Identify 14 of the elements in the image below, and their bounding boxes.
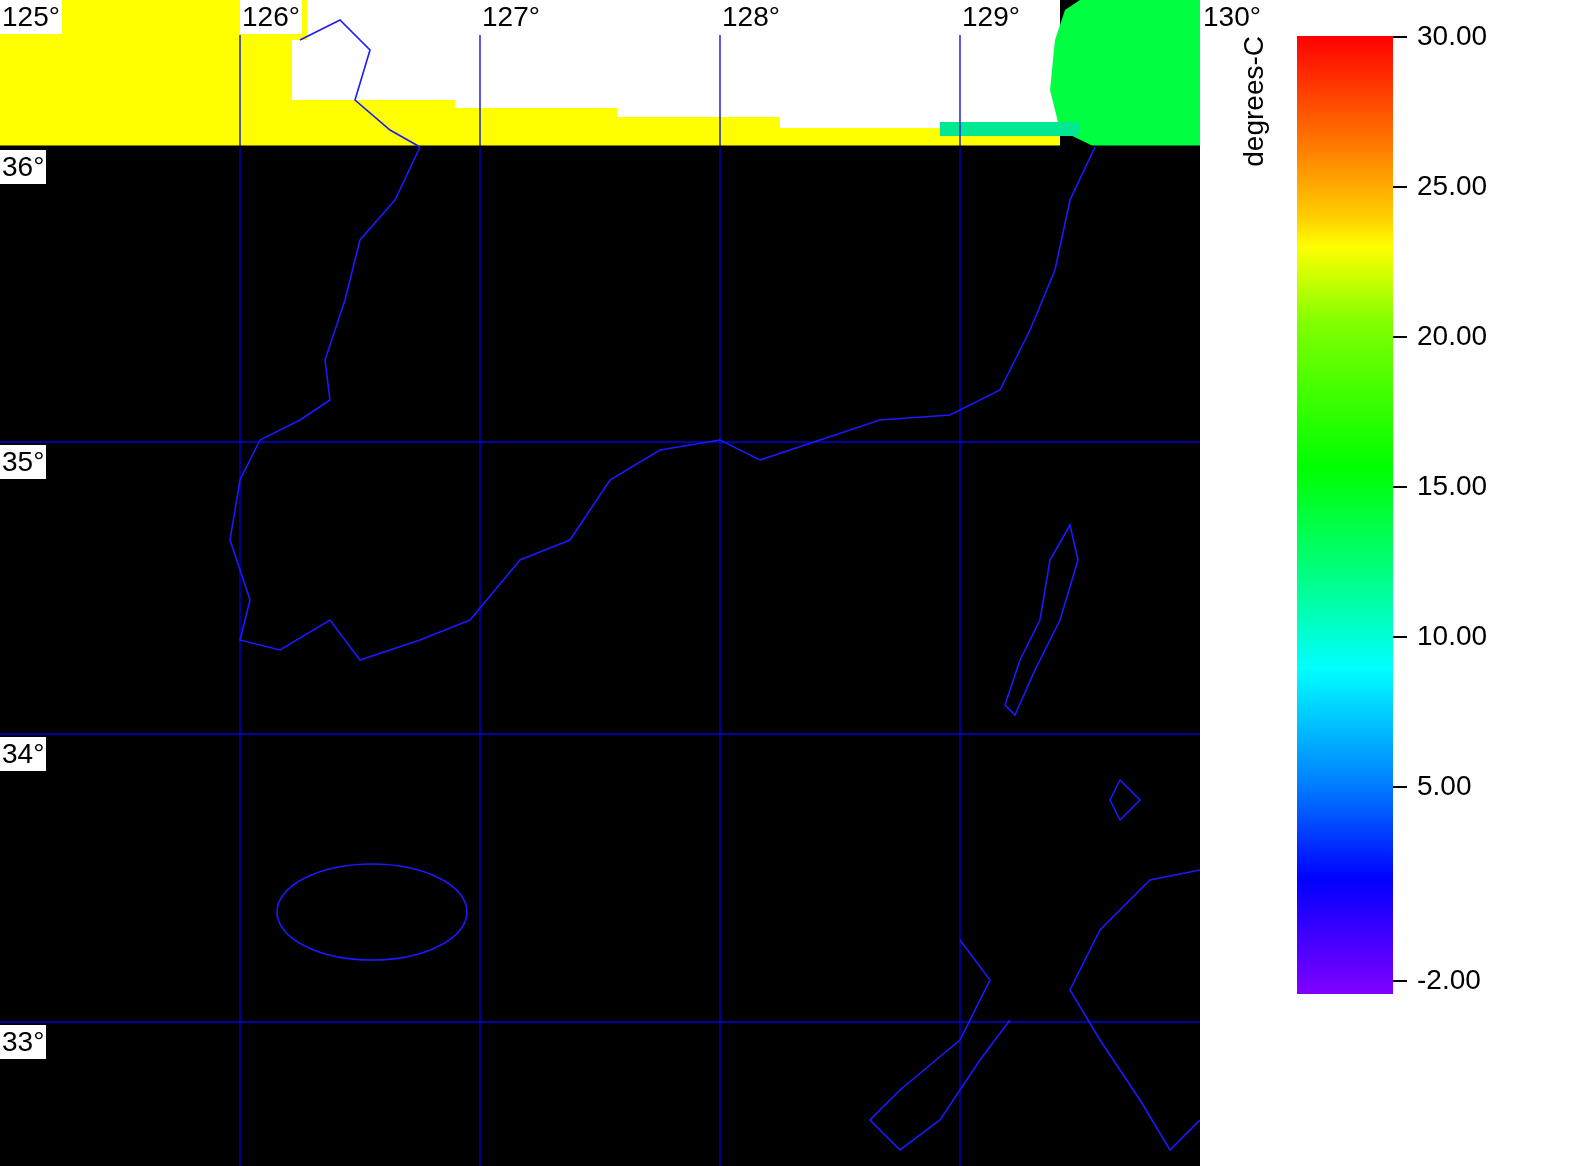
colorbar-tick-label: 15.00 [1417,472,1488,500]
colorbar-tick-label: 20.00 [1417,322,1488,350]
colorbar-tick-label: 30.00 [1417,22,1488,50]
longitude-label: 125° [0,0,62,34]
latitude-label: 36° [0,150,47,184]
latitude-label: 35° [0,445,47,479]
longitude-label: 126° [240,0,302,34]
colorbar-tick-label: 5.00 [1417,772,1472,800]
latitude-label: 34° [0,737,47,771]
colorbar-tick-label: 25.00 [1417,172,1488,200]
colorbar-title: degrees-C [1238,36,1270,167]
latitude-label: 33° [0,1025,47,1059]
colorbar-tick-label: 10.00 [1417,622,1488,650]
colorbar-tick-label: -2.00 [1417,966,1481,994]
